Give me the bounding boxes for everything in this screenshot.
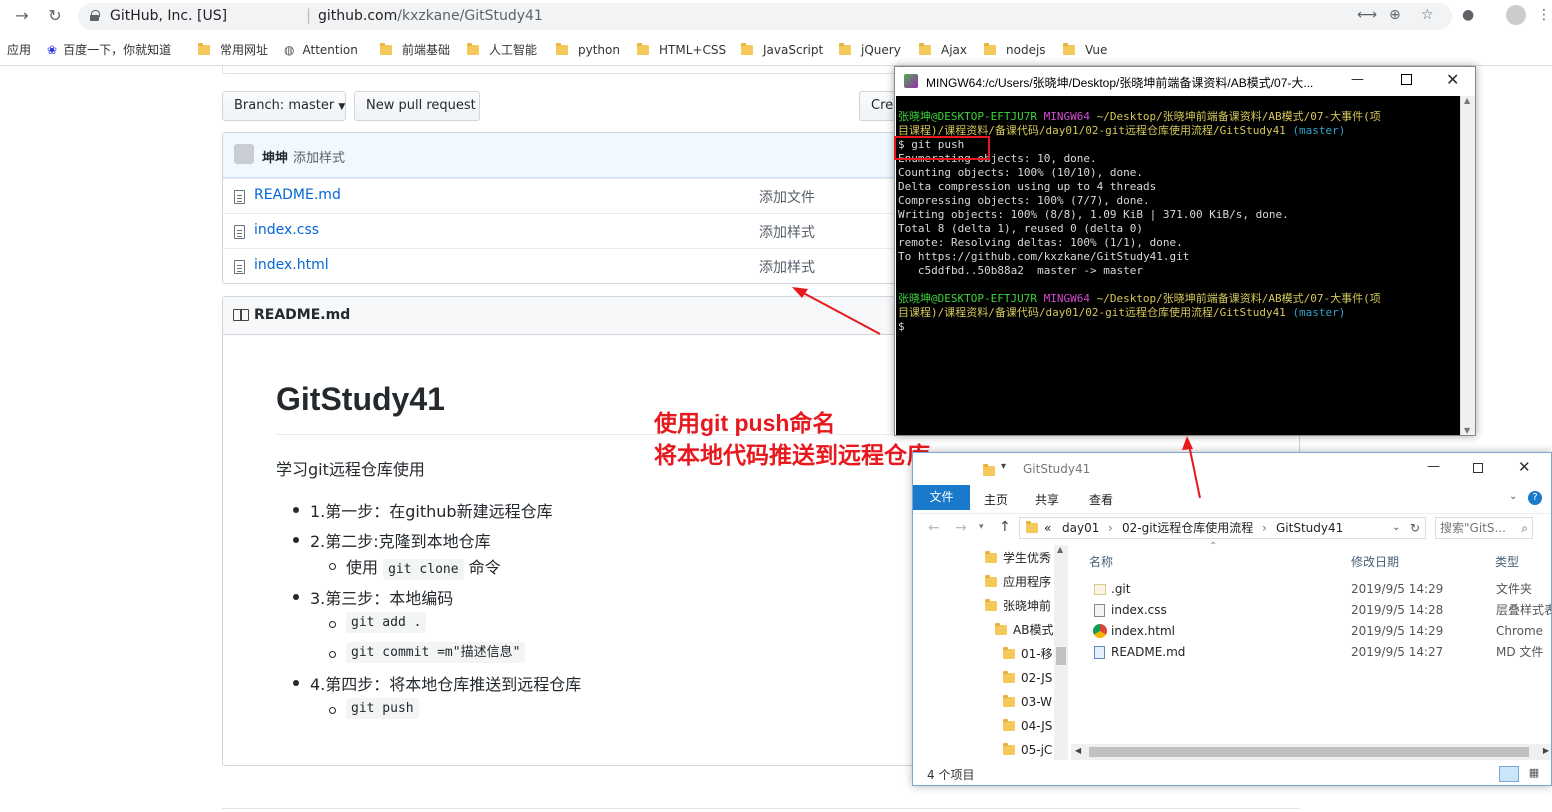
arrow-to-file-list — [795, 288, 881, 335]
arrow-head — [792, 287, 808, 298]
annotation-arrows — [792, 287, 1201, 499]
arrow-head — [1182, 436, 1193, 450]
